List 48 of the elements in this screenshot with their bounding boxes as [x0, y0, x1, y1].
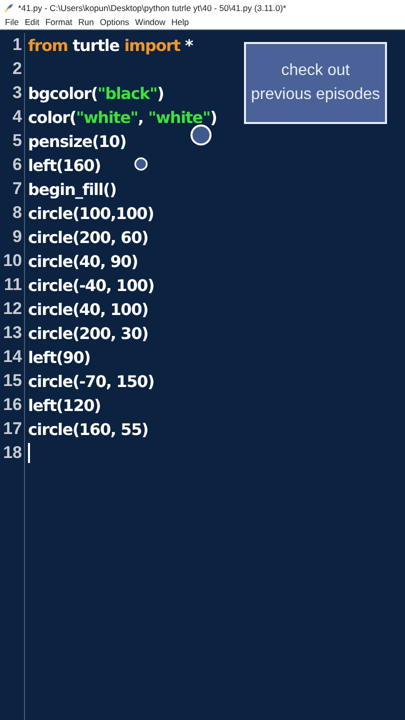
code-line: left(90): [28, 348, 90, 366]
line-number: 14: [3, 347, 22, 367]
line-number: 5: [12, 131, 22, 151]
menu-item[interactable]: Options: [98, 17, 134, 27]
line-number: 8: [12, 203, 22, 223]
menu-item[interactable]: Run: [77, 17, 99, 27]
menu-item[interactable]: Window: [134, 17, 170, 27]
line-number: 4: [12, 107, 22, 127]
text-cursor: [28, 443, 30, 463]
line-number: 6: [12, 155, 22, 175]
code-line: circle(40, 90): [28, 252, 138, 270]
code-line: circle(100,100): [28, 204, 154, 222]
line-number: 7: [12, 179, 22, 199]
code-line: circle(-70, 150): [28, 372, 154, 390]
menu-item[interactable]: File: [4, 17, 24, 27]
circle-icon: [134, 157, 148, 171]
line-number: 2: [12, 59, 22, 79]
code-line: left(160): [28, 156, 101, 174]
line-number: 18: [3, 443, 22, 463]
line-number: 3: [12, 83, 22, 103]
line-number: 16: [3, 395, 22, 415]
code-line: circle(-40, 100): [28, 276, 154, 294]
line-number: 12: [3, 299, 22, 319]
menu-item[interactable]: Help: [170, 17, 194, 27]
code-line: circle(200, 30): [28, 324, 148, 342]
code-line: circle(40, 100): [28, 300, 148, 318]
code-line: color("white", "white"): [28, 108, 217, 126]
promo-text: check out previous episodes: [251, 61, 380, 105]
window-title: *41.py - C:\Users\kopun\Desktop\python tutrle yt\40 - 50\41.py (3.11.0)*: [18, 2, 286, 12]
line-number: 13: [3, 323, 22, 343]
menu-item[interactable]: Edit: [24, 17, 44, 27]
line-number: 17: [3, 419, 22, 439]
code-line: left(120): [28, 396, 101, 414]
line-number: 1: [12, 35, 22, 55]
code-line: pensize(10): [28, 132, 126, 150]
code-line: bgcolor("black"): [28, 84, 164, 102]
circle-icon: [190, 124, 212, 146]
line-number: 11: [4, 275, 22, 295]
code-line: circle(200, 60): [28, 228, 148, 246]
feather-icon: [4, 2, 14, 12]
menu-item[interactable]: Format: [44, 17, 78, 27]
code-line: from turtle import *: [28, 36, 193, 54]
promo-banner[interactable]: check out previous episodes: [244, 42, 387, 124]
code-line: begin_fill(): [28, 180, 116, 198]
code-line: circle(160, 55): [28, 420, 148, 438]
line-number: 15: [3, 371, 22, 391]
line-number: 10: [3, 251, 22, 271]
line-number: 9: [12, 227, 22, 247]
